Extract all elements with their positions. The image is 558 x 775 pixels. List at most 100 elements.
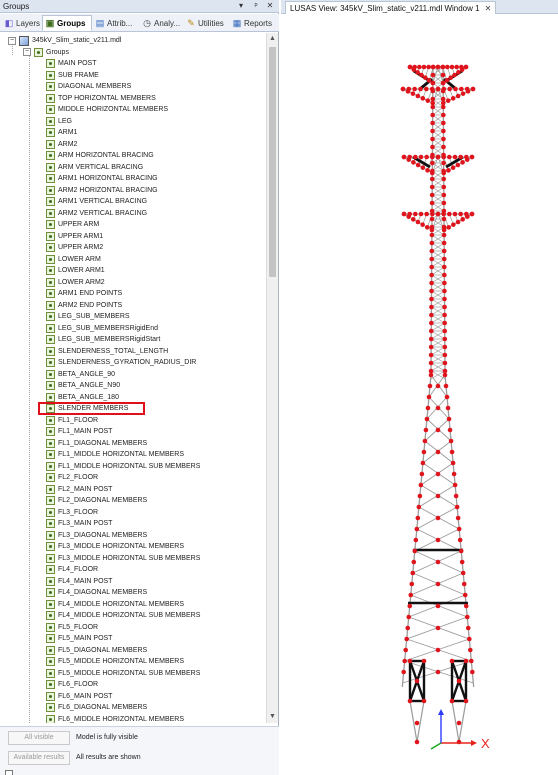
tree-group-item[interactable]: FL4_FLOOR <box>46 564 98 576</box>
group-visibility-icon[interactable] <box>46 622 55 632</box>
tree-group-item[interactable]: SLENDERNESS_TOTAL_LENGTH <box>46 346 168 358</box>
tree-group-item[interactable]: ARM1 END POINTS <box>46 288 122 300</box>
tree-group-item[interactable]: FL1_MIDDLE HORIZONTAL SUB MEMBERS <box>46 461 200 473</box>
tree-group-item[interactable]: FL4_MIDDLE HORIZONTAL SUB MEMBERS <box>46 610 200 622</box>
group-visibility-icon[interactable] <box>46 82 55 92</box>
group-visibility-icon[interactable] <box>34 47 43 57</box>
group-visibility-icon[interactable] <box>46 484 55 494</box>
tree-group-item[interactable]: LOWER ARM2 <box>46 277 105 289</box>
group-visibility-icon[interactable] <box>46 507 55 517</box>
tree-group-item[interactable]: MIDDLE HORIZONTAL MEMBERS <box>46 104 168 116</box>
tree-group-item[interactable]: ARM2 HORIZONTAL BRACING <box>46 185 158 197</box>
tree-group-item[interactable]: FL6_MAIN POST <box>46 691 112 703</box>
tab-attributes[interactable]: ▤ Attrib... <box>93 15 140 31</box>
group-visibility-icon[interactable] <box>46 174 55 184</box>
group-visibility-icon[interactable] <box>46 450 55 460</box>
tree-group-item[interactable]: TOP HORIZONTAL MEMBERS <box>46 93 156 105</box>
tab-utilities[interactable]: ✎ Utilities <box>184 15 230 31</box>
group-visibility-icon[interactable] <box>46 369 55 379</box>
group-visibility-icon[interactable] <box>46 128 55 138</box>
tree-group-item[interactable]: BETA_ANGLE_90 <box>46 369 115 381</box>
tab-groups[interactable]: ▣ Groups <box>42 15 92 31</box>
group-visibility-icon[interactable] <box>46 657 55 667</box>
scroll-up-icon[interactable]: ▲ <box>267 33 278 44</box>
tree-group-item[interactable]: FL6_DIAGONAL MEMBERS <box>46 702 147 714</box>
tree-group-item[interactable]: FL5_MAIN POST <box>46 633 112 645</box>
tab-layers[interactable]: ◧ Layers <box>2 15 42 31</box>
tower-model[interactable]: X <box>281 15 558 775</box>
group-visibility-icon[interactable] <box>46 703 55 713</box>
group-visibility-icon[interactable] <box>46 588 55 598</box>
tree-group-item[interactable]: FL1_FLOOR <box>46 415 98 427</box>
group-visibility-icon[interactable] <box>46 415 55 425</box>
tree-group-item[interactable]: FL3_FLOOR <box>46 507 98 519</box>
tree-group-item[interactable]: FL1_MAIN POST <box>46 426 112 438</box>
tree-group-item[interactable]: FL2_MAIN POST <box>46 484 112 496</box>
tree-group-item[interactable]: FL5_MIDDLE HORIZONTAL SUB MEMBERS <box>46 668 200 680</box>
collapse-toggle-icon[interactable]: − <box>23 48 31 57</box>
close-icon[interactable]: ✕ <box>265 1 275 11</box>
group-visibility-icon[interactable] <box>46 473 55 483</box>
tree-group-item[interactable]: LEG_SUB_MEMBERS <box>46 311 130 323</box>
group-visibility-icon[interactable] <box>46 392 55 402</box>
tree-group-item[interactable]: FL3_DIAGONAL MEMBERS <box>46 530 147 542</box>
group-visibility-icon[interactable] <box>46 634 55 644</box>
group-visibility-icon[interactable] <box>46 565 55 575</box>
tree-groups-row[interactable]: − Groups <box>23 47 69 59</box>
tree-group-item[interactable]: ARM1 HORIZONTAL BRACING <box>46 173 158 185</box>
scroll-down-icon[interactable]: ▼ <box>267 711 278 722</box>
group-visibility-icon[interactable] <box>46 599 55 609</box>
tab-analyses[interactable]: ◷ Analy... <box>140 15 184 31</box>
group-visibility-icon[interactable] <box>46 496 55 506</box>
tree-group-item[interactable]: FL4_DIAGONAL MEMBERS <box>46 587 147 599</box>
group-visibility-icon[interactable] <box>46 530 55 540</box>
group-visibility-icon[interactable] <box>46 208 55 218</box>
tree-group-item[interactable]: FL5_MIDDLE HORIZONTAL MEMBERS <box>46 656 184 668</box>
group-visibility-icon[interactable] <box>46 231 55 241</box>
group-visibility-icon[interactable] <box>46 358 55 368</box>
group-visibility-icon[interactable] <box>46 611 55 621</box>
tree-group-item[interactable]: MAIN POST <box>46 58 97 70</box>
group-visibility-icon[interactable] <box>46 576 55 586</box>
group-visibility-icon[interactable] <box>46 116 55 126</box>
tree-group-item[interactable]: BETA_ANGLE_N90 <box>46 380 120 392</box>
tree-group-item[interactable]: FL3_MAIN POST <box>46 518 112 530</box>
group-visibility-icon[interactable] <box>46 277 55 287</box>
tree-group-item[interactable]: LOWER ARM <box>46 254 101 266</box>
group-visibility-icon[interactable] <box>46 427 55 437</box>
tree-group-item[interactable]: SUB FRAME <box>46 70 99 82</box>
tree-group-item[interactable]: ARM2 VERTICAL BRACING <box>46 208 147 220</box>
group-visibility-icon[interactable] <box>46 691 55 701</box>
available-results-button[interactable]: Available results <box>8 751 70 765</box>
group-visibility-icon[interactable] <box>46 266 55 276</box>
dropdown-arrow-icon[interactable]: ▾ <box>236 1 246 11</box>
tree-group-item[interactable]: FL3_MIDDLE HORIZONTAL MEMBERS <box>46 541 184 553</box>
group-visibility-icon[interactable] <box>46 438 55 448</box>
tree-group-item[interactable]: ARM VERTICAL BRACING <box>46 162 143 174</box>
tree-group-item[interactable]: FL1_DIAGONAL MEMBERS <box>46 438 147 450</box>
group-visibility-icon[interactable] <box>46 519 55 529</box>
tree-group-item[interactable]: UPPER ARM1 <box>46 231 103 243</box>
group-visibility-icon[interactable] <box>46 162 55 172</box>
tree-group-item[interactable]: DIAGONAL MEMBERS <box>46 81 131 93</box>
tree-root-row[interactable]: − 345kV_Slim_static_v211.mdl <box>8 35 121 47</box>
tree-group-item[interactable]: LOWER ARM1 <box>46 265 105 277</box>
group-visibility-icon[interactable] <box>46 139 55 149</box>
group-visibility-icon[interactable] <box>46 300 55 310</box>
tree-group-item[interactable]: ARM1 <box>46 127 77 139</box>
tree-group-item[interactable]: UPPER ARM2 <box>46 242 103 254</box>
tree-group-item[interactable]: LEG <box>46 116 72 128</box>
tree-group-item[interactable]: ARM2 <box>46 139 77 151</box>
tree-group-item[interactable]: LEG_SUB_MEMBERSRigidStart <box>46 334 160 346</box>
model-view[interactable]: X <box>281 15 558 775</box>
group-visibility-icon[interactable] <box>46 553 55 563</box>
collapse-toggle-icon[interactable]: − <box>8 36 16 45</box>
tree-group-item[interactable]: LEG_SUB_MEMBERSRigidEnd <box>46 323 158 335</box>
group-visibility-icon[interactable] <box>46 542 55 552</box>
tree-group-item[interactable]: FL5_FLOOR <box>46 622 98 634</box>
group-visibility-icon[interactable] <box>46 59 55 69</box>
tree-group-item[interactable]: FL3_MIDDLE HORIZONTAL SUB MEMBERS <box>46 553 200 565</box>
tree-group-item[interactable]: ARM HORIZONTAL BRACING <box>46 150 154 162</box>
view-window-tab[interactable]: LUSAS View: 345kV_Slim_static_v211.mdl W… <box>285 1 497 14</box>
group-visibility-icon[interactable] <box>46 312 55 322</box>
